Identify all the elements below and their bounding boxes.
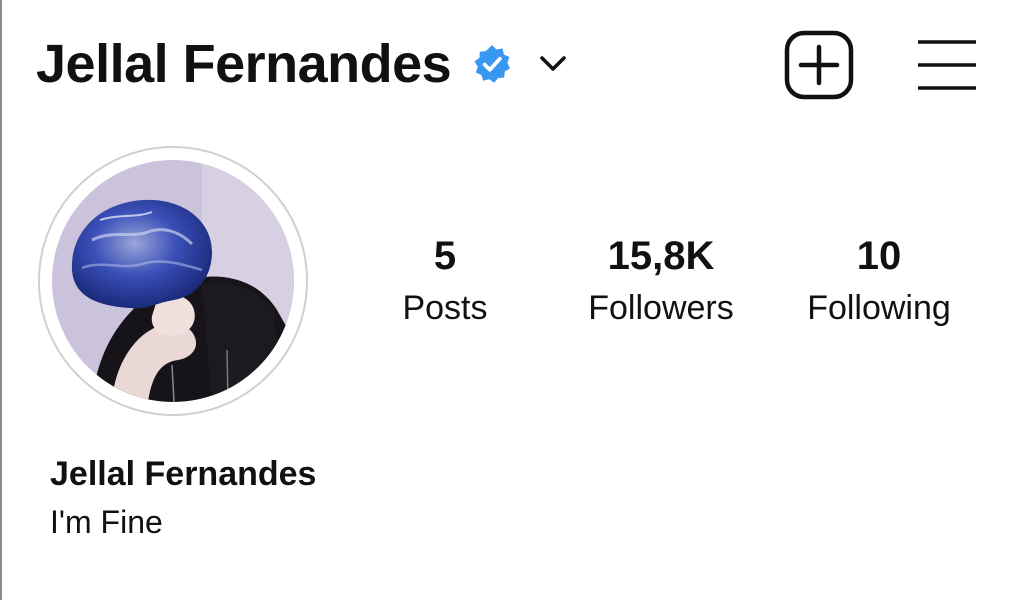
hamburger-menu-icon — [918, 40, 976, 90]
posts-count: 5 — [433, 234, 457, 278]
profile-stats: 5 Posts 15,8K Followers 10 Following — [2, 230, 1019, 340]
options-menu-button[interactable] — [916, 38, 978, 92]
verified-badge-icon — [471, 43, 513, 85]
following-count-button[interactable]: 10 Following — [779, 230, 979, 332]
header-username: Jellal Fernandes — [36, 34, 452, 94]
followers-count-button[interactable]: 15,8K Followers — [561, 230, 761, 332]
profile-screen: Jellal Fernandes 5 Posts 15,8K Followers… — [0, 0, 1019, 600]
followers-count: 15,8K — [607, 234, 715, 278]
profile-header: Jellal Fernandes — [2, 0, 1019, 130]
following-label: Following — [807, 289, 951, 327]
profile-bio: Jellal Fernandes I'm Fine — [50, 452, 316, 544]
new-post-button[interactable] — [784, 30, 854, 100]
bio-text: I'm Fine — [50, 504, 163, 540]
following-count: 10 — [856, 234, 902, 278]
posts-label: Posts — [402, 289, 488, 327]
account-switcher-button[interactable]: Jellal Fernandes — [36, 28, 571, 100]
followers-label: Followers — [588, 289, 734, 327]
chevron-down-icon — [535, 46, 571, 82]
plus-square-icon — [784, 30, 854, 100]
posts-count-button[interactable]: 5 Posts — [345, 230, 545, 332]
display-name: Jellal Fernandes — [50, 455, 317, 493]
